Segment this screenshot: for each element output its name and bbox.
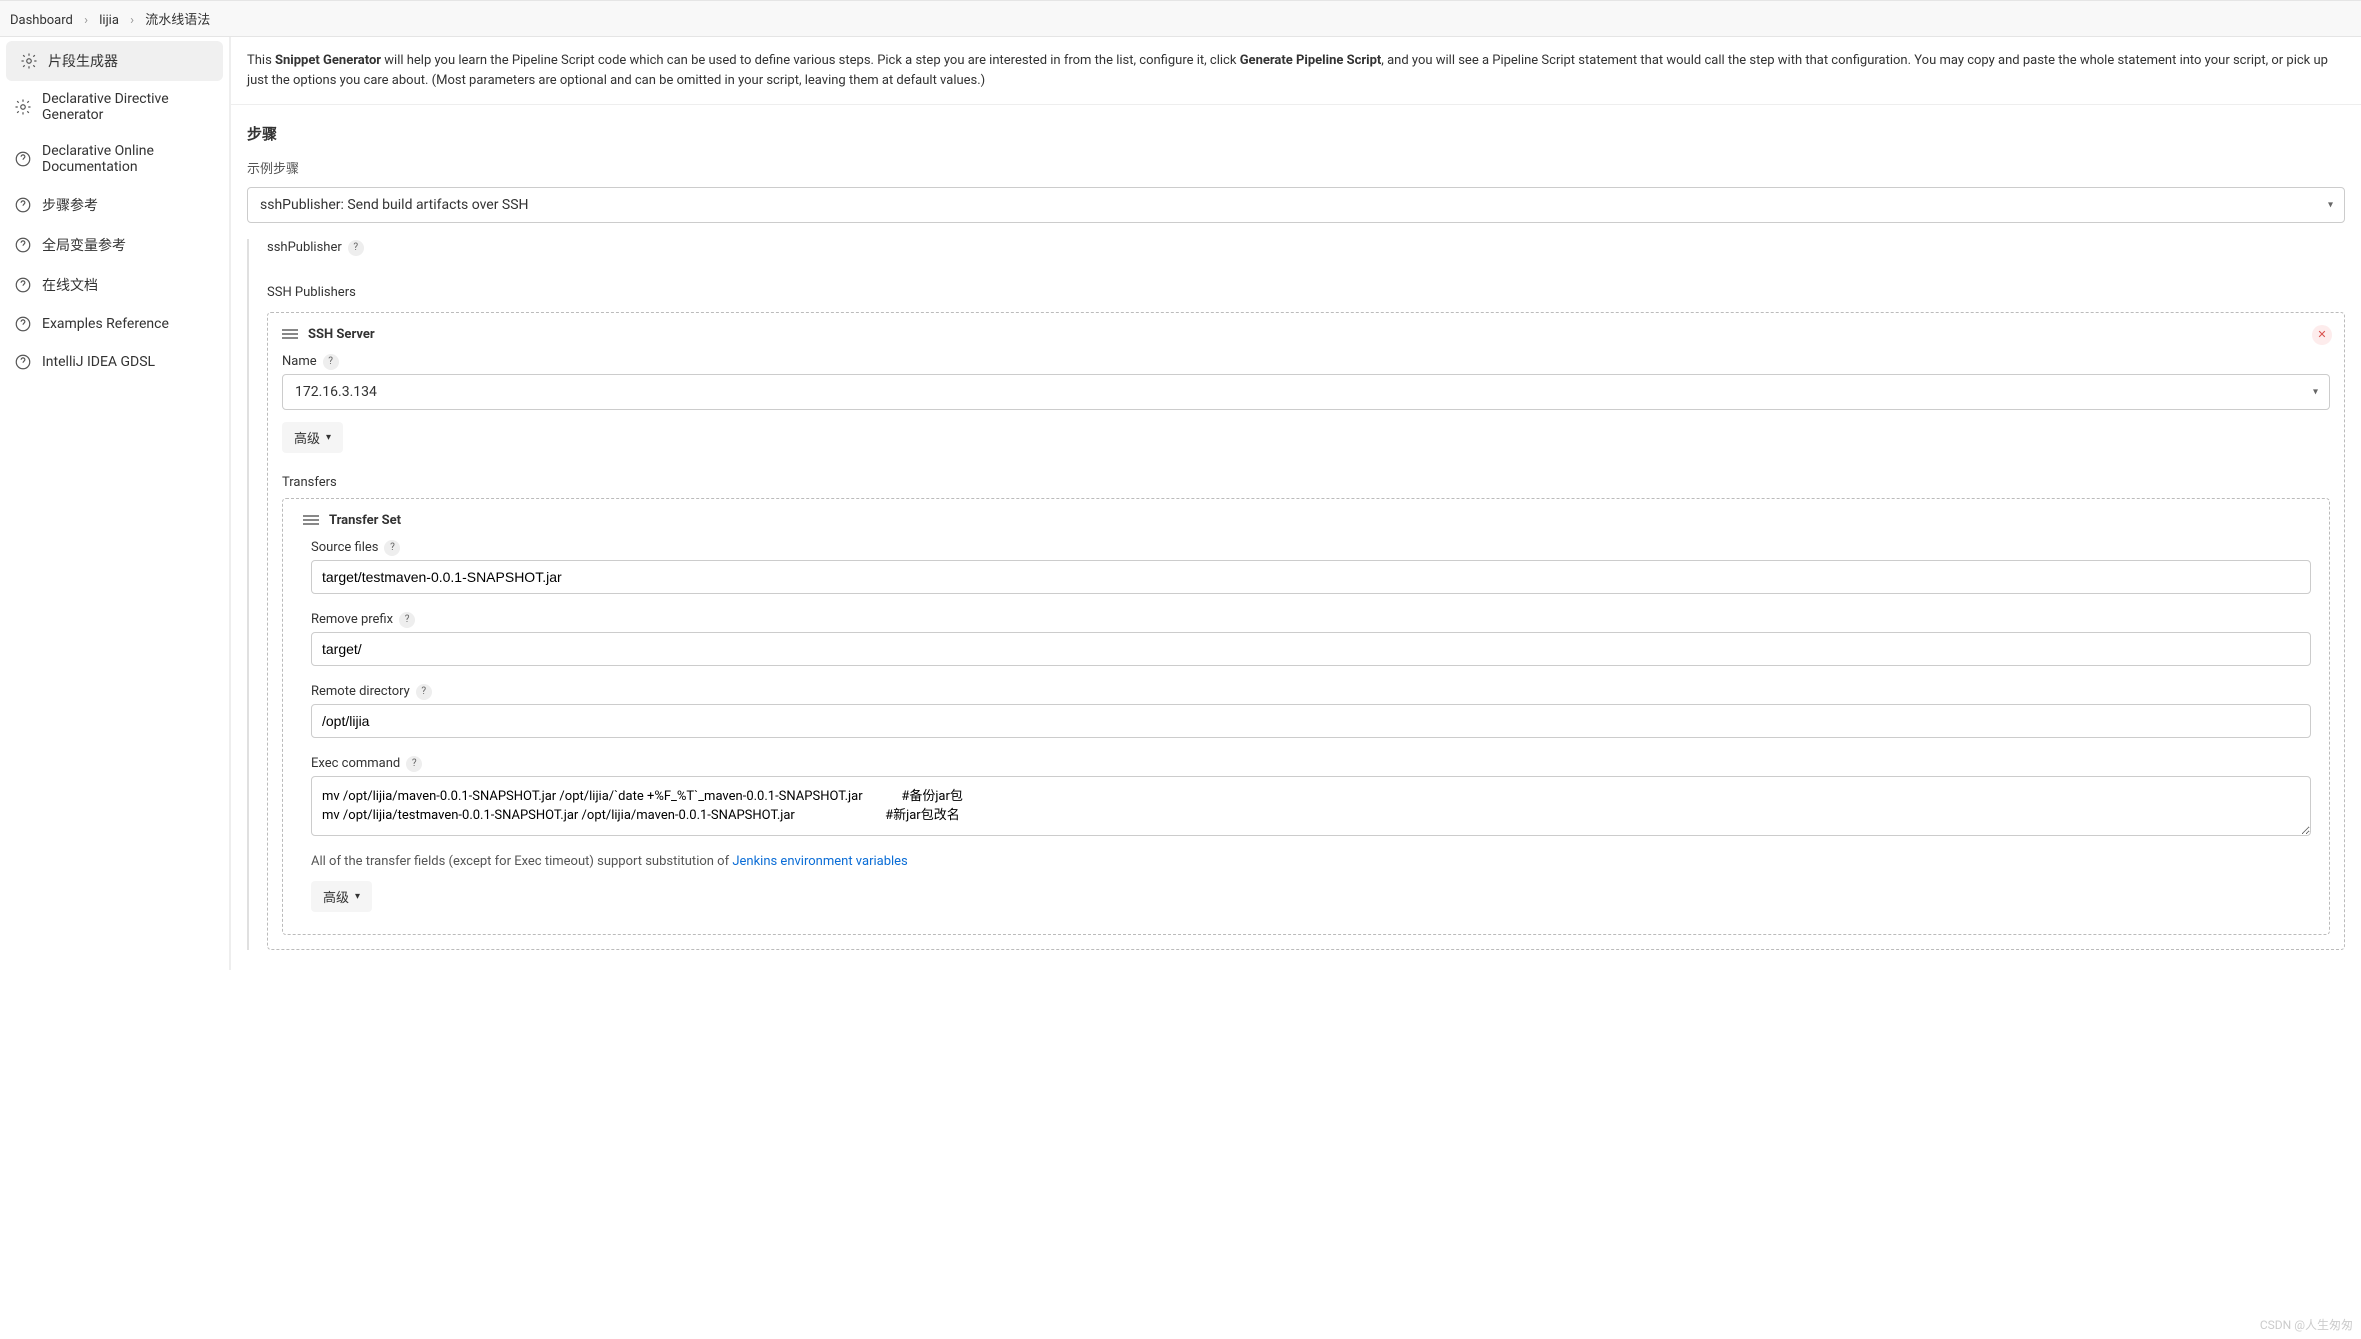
sidebar-item-online-doc-cn[interactable]: 在线文档 bbox=[0, 265, 229, 305]
chevron-right-icon: › bbox=[130, 13, 134, 28]
help-icon bbox=[14, 315, 32, 333]
source-files-input[interactable] bbox=[311, 560, 2311, 594]
breadcrumb-project[interactable]: lijia bbox=[99, 13, 119, 28]
chevron-down-icon: ▾ bbox=[326, 432, 331, 443]
sidebar-item-label: 在线文档 bbox=[42, 275, 98, 295]
help-icon bbox=[14, 236, 32, 254]
drag-handle-icon[interactable] bbox=[303, 515, 319, 525]
close-icon[interactable]: ✕ bbox=[2312, 325, 2332, 345]
help-icon bbox=[14, 196, 32, 214]
help-icon[interactable]: ? bbox=[399, 612, 415, 628]
advanced-button-transfer[interactable]: 高级 ▾ bbox=[311, 881, 372, 912]
drag-handle-icon[interactable] bbox=[282, 329, 298, 339]
help-icon[interactable]: ? bbox=[416, 684, 432, 700]
help-icon[interactable]: ? bbox=[348, 240, 364, 256]
chevron-right-icon: › bbox=[84, 13, 88, 28]
gear-icon bbox=[14, 98, 32, 116]
exec-command-input[interactable] bbox=[311, 776, 2311, 836]
sidebar-item-label: Declarative Directive Generator bbox=[42, 91, 215, 123]
ssh-server-panel: ✕ SSH Server Name ? 172.16.3.134 ▾ 高级 ▾ bbox=[267, 312, 2345, 950]
env-vars-link[interactable]: Jenkins environment variables bbox=[732, 854, 907, 869]
help-icon[interactable]: ? bbox=[323, 354, 339, 370]
sidebar-item-directive-generator[interactable]: Declarative Directive Generator bbox=[0, 81, 229, 133]
sidebar-item-examples[interactable]: Examples Reference bbox=[0, 305, 229, 343]
transfer-set-header: Transfer Set bbox=[329, 513, 401, 528]
name-label: Name bbox=[282, 354, 317, 369]
sample-step-label: 示例步骤 bbox=[231, 154, 2361, 181]
ssh-publishers-label: SSH Publishers bbox=[267, 285, 356, 300]
advanced-button[interactable]: 高级 ▾ bbox=[282, 422, 343, 453]
remove-prefix-label: Remove prefix bbox=[311, 612, 393, 627]
remove-prefix-input[interactable] bbox=[311, 632, 2311, 666]
name-select[interactable]: 172.16.3.134 bbox=[282, 374, 2330, 410]
breadcrumb-page[interactable]: 流水线语法 bbox=[145, 13, 210, 28]
transfer-set-panel: Transfer Set Source files ? Remove prefi… bbox=[282, 498, 2330, 935]
help-icon bbox=[14, 150, 32, 168]
chevron-down-icon: ▾ bbox=[355, 891, 360, 902]
breadcrumb: Dashboard › lijia › 流水线语法 bbox=[0, 1, 2361, 37]
sidebar-item-label: 步骤参考 bbox=[42, 195, 98, 215]
sidebar: 片段生成器 Declarative Directive Generator De… bbox=[0, 37, 230, 970]
sidebar-item-global-vars[interactable]: 全局变量参考 bbox=[0, 225, 229, 265]
transfers-label: Transfers bbox=[282, 475, 2330, 490]
remote-dir-label: Remote directory bbox=[311, 684, 410, 699]
breadcrumb-dashboard[interactable]: Dashboard bbox=[10, 13, 73, 28]
sidebar-item-label: Examples Reference bbox=[42, 316, 169, 332]
intro-text: This Snippet Generator will help you lea… bbox=[231, 51, 2361, 105]
exec-command-label: Exec command bbox=[311, 756, 400, 771]
transfer-note: All of the transfer fields (except for E… bbox=[311, 854, 2311, 869]
sshpublisher-title: sshPublisher ? bbox=[267, 240, 364, 256]
sidebar-item-snippet-generator[interactable]: 片段生成器 bbox=[6, 41, 223, 81]
sidebar-item-label: Declarative Online Documentation bbox=[42, 143, 215, 175]
help-icon bbox=[14, 276, 32, 294]
help-icon[interactable]: ? bbox=[384, 540, 400, 556]
steps-heading: 步骤 bbox=[231, 105, 2361, 154]
help-icon[interactable]: ? bbox=[406, 756, 422, 772]
watermark: CSDN @人生匆匆 bbox=[2260, 1316, 2353, 1333]
sidebar-item-step-ref[interactable]: 步骤参考 bbox=[0, 185, 229, 225]
sidebar-item-label: IntelliJ IDEA GDSL bbox=[42, 354, 155, 370]
source-files-label: Source files bbox=[311, 540, 378, 555]
sidebar-item-label: 片段生成器 bbox=[48, 51, 118, 71]
ssh-server-header: SSH Server bbox=[308, 327, 375, 342]
gear-icon bbox=[20, 52, 38, 70]
sidebar-item-intellij-gdsl[interactable]: IntelliJ IDEA GDSL bbox=[0, 343, 229, 381]
help-icon bbox=[14, 353, 32, 371]
sample-step-select[interactable]: sshPublisher: Send build artifacts over … bbox=[247, 187, 2345, 223]
remote-dir-input[interactable] bbox=[311, 704, 2311, 738]
sidebar-item-label: 全局变量参考 bbox=[42, 235, 126, 255]
sidebar-item-online-docs[interactable]: Declarative Online Documentation bbox=[0, 133, 229, 185]
